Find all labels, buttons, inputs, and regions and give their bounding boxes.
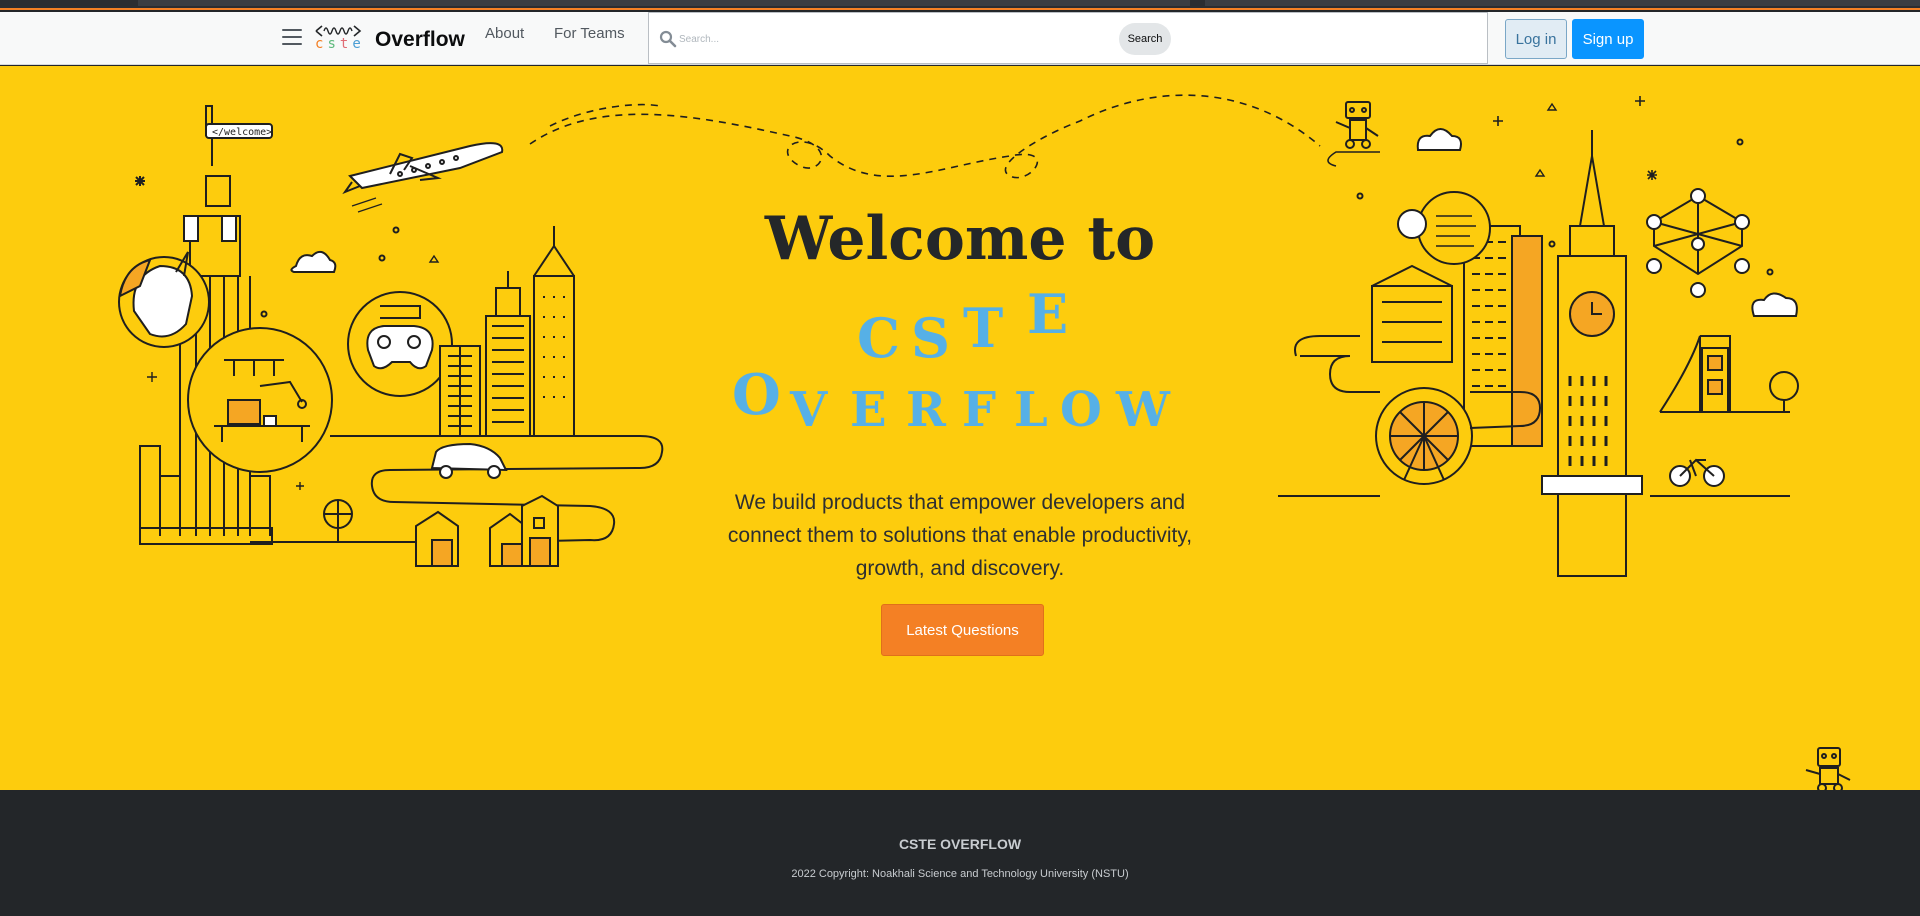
brand-letter-o2: O (1060, 382, 1102, 438)
brand-letter-t: T (963, 296, 1004, 360)
latest-questions-button[interactable]: Latest Questions (881, 604, 1044, 656)
airplane-icon (342, 142, 504, 213)
flag-text: </welcome> (212, 127, 272, 138)
hero-section: </welcome> Welcome to C S T E O V E R F … (0, 66, 1920, 790)
brand-letter-l: L (1014, 382, 1048, 438)
clock-tower-icon (1541, 130, 1643, 577)
search-icon (659, 30, 677, 48)
login-button[interactable]: Log in (1505, 19, 1567, 59)
brand-letter-r: R (906, 382, 946, 438)
footer-title: CSTE OVERFLOW (898, 836, 1022, 852)
hero-tagline: We build products that empower developer… (727, 491, 1193, 580)
browser-top-strip (0, 0, 1920, 10)
footer-copyright: 2022 Copyright: Noakhali Science and Tec… (791, 868, 1129, 880)
tree-icon (323, 499, 353, 542)
hamburger-menu-icon[interactable] (282, 29, 302, 47)
tree-icon (1769, 371, 1799, 412)
brand-letter-s: S (911, 306, 950, 370)
brand-letter-e2: E (850, 382, 887, 438)
brand-letter-o: O (732, 362, 781, 428)
top-navbar: cste Overflow About For Teams Search Log… (0, 12, 1920, 65)
logo-text: Overflow (375, 28, 465, 51)
city-line-illustration: </welcome> (118, 94, 1851, 790)
ferris-wheel-icon (1375, 387, 1473, 485)
search-bar: Search (648, 12, 1488, 64)
robot-icon (1335, 101, 1379, 149)
brand-letter-f: F (962, 382, 997, 438)
bridge-icon (1659, 335, 1790, 413)
browser-tab-strip (1205, 0, 1920, 6)
nav-link-for-teams[interactable]: For Teams (554, 25, 625, 42)
network-molecule-icon (1646, 188, 1750, 298)
office-buildings-icon (439, 226, 575, 437)
logo-letters: cste (315, 36, 365, 52)
gamepad-badge-icon (347, 291, 453, 397)
signup-button[interactable]: Sign up (1572, 19, 1644, 59)
site-footer: CSTE OVERFLOW 2022 Copyright: Noakhali S… (0, 790, 1920, 916)
hero-headline: Welcome to (764, 204, 1156, 274)
site-logo[interactable]: cste Overflow (313, 22, 465, 56)
search-input[interactable] (679, 27, 1419, 51)
bicycle-icon (1669, 458, 1725, 487)
workspace-badge-icon (187, 327, 333, 473)
brand-letter-w: W (1116, 382, 1170, 438)
search-button[interactable]: Search (1119, 23, 1171, 55)
houses-icon (415, 494, 559, 567)
brand-letter-e: E (1027, 282, 1069, 346)
brand-letter-v: V (790, 382, 828, 438)
browser-tab-strip (138, 0, 1190, 6)
brand-letter-c: C (857, 306, 900, 370)
nav-link-about[interactable]: About (485, 25, 524, 42)
car-icon (430, 442, 508, 479)
robot-small-icon (1805, 747, 1851, 790)
